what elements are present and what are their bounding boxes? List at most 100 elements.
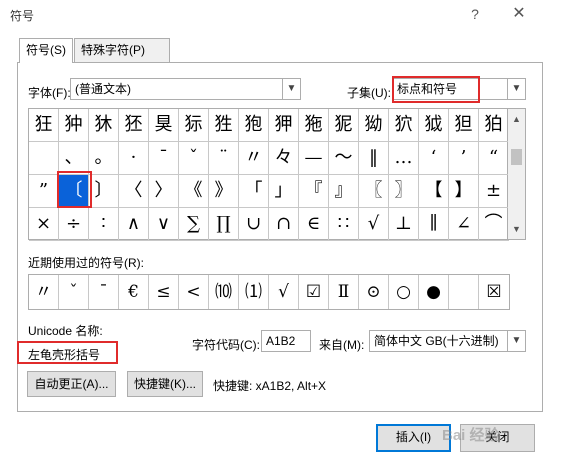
symbol-cell[interactable]: 々 (269, 142, 299, 175)
symbol-cell[interactable]: 『 (299, 175, 329, 208)
symbol-cell[interactable]: 狔 (329, 109, 359, 142)
symbol-cell[interactable]: 、 (59, 142, 89, 175)
symbol-cell[interactable]: ÷ (59, 208, 89, 241)
close-icon[interactable]: ✕ (506, 3, 532, 25)
recent-symbol-cell[interactable]: Ⅱ (329, 275, 359, 309)
symbol-cell[interactable]: 〕 (89, 175, 119, 208)
recent-symbol-cell[interactable]: ≤ (149, 275, 179, 309)
symbol-cell[interactable]: “ (479, 142, 509, 175)
symbol-cell[interactable]: ∶ (89, 208, 119, 241)
recent-symbol-cell[interactable]: 〃 (29, 275, 59, 309)
insert-button[interactable]: 插入(I) (376, 424, 451, 452)
symbol-cell[interactable]: ∑ (179, 208, 209, 241)
symbol-cell[interactable]: 〉 (149, 175, 179, 208)
symbol-cell[interactable]: ∩ (269, 208, 299, 241)
symbol-cell[interactable]: 「 (239, 175, 269, 208)
symbol-cell[interactable]: 【 (419, 175, 449, 208)
symbol-cell[interactable]: 狇 (89, 109, 119, 142)
symbol-cell[interactable]: ∪ (239, 208, 269, 241)
symbol-cell[interactable]: ‖ (359, 142, 389, 175)
symbol-cell[interactable]: ∧ (119, 208, 149, 241)
symbol-cell[interactable]: 〗 (389, 175, 419, 208)
symbol-cell[interactable]: ” (29, 175, 59, 208)
from-select[interactable]: 简体中文 GB(十六进制) ▼ (369, 330, 526, 352)
symbol-cell[interactable]: 狕 (359, 109, 389, 142)
symbol-cell[interactable]: 』 (329, 175, 359, 208)
symbol-cell[interactable]: ± (479, 175, 509, 208)
symbol-cell[interactable]: 狆 (59, 109, 89, 142)
symbol-cell[interactable]: 〈 (119, 175, 149, 208)
recent-symbol-cell[interactable]: < (179, 275, 209, 309)
recent-symbol-cell[interactable]: € (119, 275, 149, 309)
symbol-cell[interactable]: 狋 (179, 109, 209, 142)
recent-symbol-cell[interactable]: ⊙ (359, 275, 389, 309)
tab-symbols[interactable]: 符号(S) (19, 38, 73, 63)
symbol-cell[interactable]: 狉 (119, 109, 149, 142)
symbol-grid-scrollbar[interactable]: ▲ ▼ (508, 108, 526, 240)
symbol-cell[interactable]: 」 (269, 175, 299, 208)
symbol-cell[interactable]: 《 (179, 175, 209, 208)
symbol-cell[interactable]: ⌒ (479, 208, 509, 241)
recent-symbol-cell[interactable]: ˇ (59, 275, 89, 309)
autocorrect-button[interactable]: 自动更正(A)... (27, 371, 116, 397)
symbol-cell[interactable]: · (119, 142, 149, 175)
symbol-cell[interactable]: 。 (89, 142, 119, 175)
shortcut-key-button[interactable]: 快捷键(K)... (127, 371, 203, 397)
symbol-cell[interactable]: 】 (449, 175, 479, 208)
symbol-cell[interactable]: 〔 (59, 175, 89, 208)
scroll-down-icon[interactable]: ▼ (508, 221, 525, 237)
recent-symbol-cell[interactable]: ⑴ (239, 275, 269, 309)
symbol-cell[interactable]: ‘ (419, 142, 449, 175)
recent-symbol-cell[interactable]: ○ (389, 275, 419, 309)
font-select[interactable]: (普通文本) ▼ (70, 78, 301, 100)
symbol-cell[interactable]: 〖 (359, 175, 389, 208)
symbol-cell[interactable]: 狎 (269, 109, 299, 142)
symbol-cell[interactable]: — (299, 142, 329, 175)
symbol-cell[interactable]: ⊥ (389, 208, 419, 241)
recent-symbol-cell[interactable]: ⑽ (209, 275, 239, 309)
chevron-down-icon[interactable]: ▼ (282, 79, 300, 99)
symbol-cell[interactable]: ∷ (329, 208, 359, 241)
symbol-cell[interactable]: ˉ (149, 142, 179, 175)
symbol-cell[interactable]: 狏 (299, 109, 329, 142)
symbol-cell[interactable]: 〃 (239, 142, 269, 175)
symbol-cell[interactable]: ’ (449, 142, 479, 175)
symbol-cell[interactable]: 狍 (239, 109, 269, 142)
symbol-cell[interactable]: 狊 (149, 109, 179, 142)
recent-symbol-cell[interactable]: ˉ (89, 275, 119, 309)
symbol-cell[interactable]: ∥ (419, 208, 449, 241)
charcode-value: A1B2 (266, 334, 296, 348)
symbol-cell[interactable]: ˇ (179, 142, 209, 175)
chevron-down-icon[interactable]: ▼ (507, 331, 525, 351)
symbol-cell[interactable]: ¨ (209, 142, 239, 175)
recent-symbols-label: 近期使用过的符号(R): (28, 256, 144, 270)
recent-symbol-cell[interactable] (449, 275, 479, 309)
symbol-cell[interactable]: ∏ (209, 208, 239, 241)
symbol-cell[interactable]: 狌 (209, 109, 239, 142)
symbol-cell[interactable]: 狖 (389, 109, 419, 142)
symbol-cell[interactable]: ∠ (449, 208, 479, 241)
symbol-cell[interactable]: 》 (209, 175, 239, 208)
charcode-input[interactable]: A1B2 (261, 330, 311, 352)
symbol-cell[interactable]: ～ (329, 142, 359, 175)
symbol-cell[interactable]: … (389, 142, 419, 175)
symbol-cell[interactable]: 狚 (449, 109, 479, 142)
subset-select[interactable]: 标点和符号 ▼ (392, 78, 526, 100)
recent-symbol-cell[interactable]: ● (419, 275, 449, 309)
symbol-cell[interactable]: 狂 (29, 109, 59, 142)
symbol-cell[interactable]: 狛 (479, 109, 509, 142)
symbol-cell[interactable]: × (29, 208, 59, 241)
recent-symbol-cell[interactable]: √ (269, 275, 299, 309)
chevron-down-icon[interactable]: ▼ (507, 79, 525, 99)
symbol-cell[interactable] (29, 142, 59, 175)
help-icon[interactable]: ? (462, 3, 488, 25)
recent-symbol-cell[interactable]: ☒ (479, 275, 509, 309)
tab-special-characters[interactable]: 特殊字符(P) (74, 38, 170, 62)
scroll-thumb[interactable] (511, 149, 522, 165)
symbol-cell[interactable]: √ (359, 208, 389, 241)
symbol-cell[interactable]: ∈ (299, 208, 329, 241)
scroll-up-icon[interactable]: ▲ (508, 111, 525, 127)
recent-symbol-cell[interactable]: ☑ (299, 275, 329, 309)
symbol-cell[interactable]: ∨ (149, 208, 179, 241)
symbol-cell[interactable]: 狘 (419, 109, 449, 142)
